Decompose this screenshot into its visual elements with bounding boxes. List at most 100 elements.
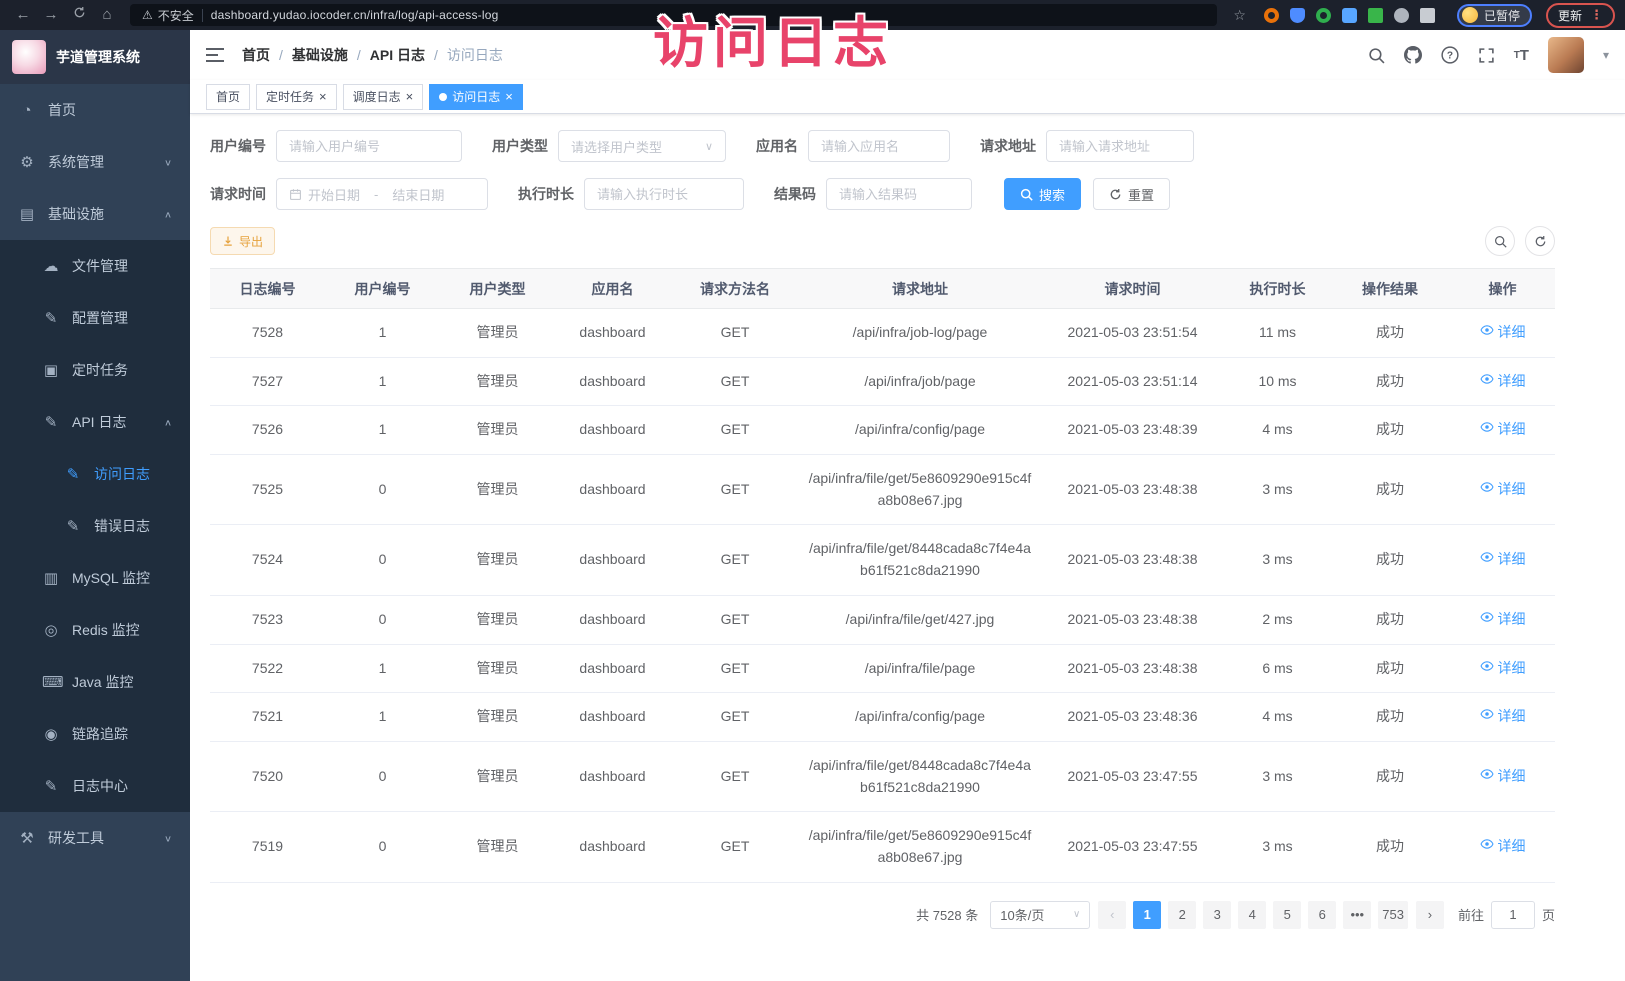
pager-more-icon[interactable]: ••• xyxy=(1343,901,1371,929)
browser-forward-icon[interactable]: → xyxy=(38,0,64,30)
extension-orange-donut-icon[interactable] xyxy=(1264,8,1279,23)
not-secure-label: 不安全 xyxy=(158,7,194,24)
date-separator: - xyxy=(374,187,378,202)
fullscreen-icon[interactable] xyxy=(1478,47,1495,64)
export-button[interactable]: 导出 xyxy=(210,227,275,255)
tab-active-dot xyxy=(439,93,447,101)
sidebar-item-dev-tools[interactable]: ⚒研发工具∨ xyxy=(0,812,190,864)
browser-home-icon[interactable]: ⌂ xyxy=(94,0,120,30)
pager-page-5[interactable]: 5 xyxy=(1273,901,1301,929)
detail-button[interactable]: 详细 xyxy=(1480,371,1526,393)
breadcrumb-item[interactable]: 基础设施 xyxy=(292,45,348,65)
filter-input-duration[interactable] xyxy=(584,178,744,210)
goto-page-input[interactable] xyxy=(1491,901,1535,929)
sidebar-item-redis[interactable]: ◎Redis 监控 xyxy=(0,604,190,656)
tab-定时任务[interactable]: 定时任务× xyxy=(256,84,337,110)
sidebar-item-java[interactable]: ⌨Java 监控 xyxy=(0,656,190,708)
sidebar-item-home[interactable]: ◔首页 xyxy=(0,84,190,136)
detail-button[interactable]: 详细 xyxy=(1480,549,1526,571)
pager-page-4[interactable]: 4 xyxy=(1238,901,1266,929)
detail-button[interactable]: 详细 xyxy=(1480,322,1526,344)
bookmark-star-icon[interactable]: ☆ xyxy=(1233,7,1246,24)
reset-button[interactable]: 重置 xyxy=(1093,178,1170,210)
filter-select-user-type[interactable]: 请选择用户类型∨ xyxy=(558,130,726,162)
sidebar-item-system[interactable]: ⚙系统管理∨ xyxy=(0,136,190,188)
tab-首页[interactable]: 首页 xyxy=(206,84,250,110)
extension-ghost-icon[interactable] xyxy=(1394,8,1409,23)
sidebar-item-access-log[interactable]: ✎访问日志 xyxy=(0,448,190,500)
search-button[interactable]: 搜索 xyxy=(1004,178,1081,210)
detail-button[interactable]: 详细 xyxy=(1480,706,1526,728)
extension-blue-shield-icon[interactable] xyxy=(1290,8,1305,23)
refresh-button[interactable] xyxy=(1525,226,1555,256)
pager-page-3[interactable]: 3 xyxy=(1203,901,1231,929)
method-name-cell: GET xyxy=(670,406,800,455)
extension-green-circle-icon[interactable] xyxy=(1316,8,1331,23)
extension-translate-icon[interactable] xyxy=(1368,8,1383,23)
pager-page-1[interactable]: 1 xyxy=(1133,901,1161,929)
extension-pin-icon[interactable] xyxy=(1420,8,1435,23)
filter-app-name: 应用名 xyxy=(756,130,950,162)
detail-button[interactable]: 详细 xyxy=(1480,836,1526,858)
sidebar-item-file[interactable]: ☁文件管理 xyxy=(0,240,190,292)
sidebar-item-job[interactable]: ▣定时任务 xyxy=(0,344,190,396)
sidebar-item-log-center[interactable]: ✎日志中心 xyxy=(0,760,190,812)
eye-icon xyxy=(1480,658,1494,680)
detail-button[interactable]: 详细 xyxy=(1480,419,1526,441)
pager-page-6[interactable]: 6 xyxy=(1308,901,1336,929)
prev-page-button[interactable]: ‹ xyxy=(1098,901,1126,929)
detail-button[interactable]: 详细 xyxy=(1480,479,1526,501)
browser-menu-icon[interactable]: ⋮ xyxy=(1590,7,1603,23)
sidebar-item-infra[interactable]: ▤基础设施∧ xyxy=(0,188,190,240)
pager-page-2[interactable]: 2 xyxy=(1168,901,1196,929)
tab-访问日志[interactable]: 访问日志× xyxy=(429,84,523,110)
tab-调度日志[interactable]: 调度日志× xyxy=(343,84,424,110)
chevron-down-icon[interactable]: ▾ xyxy=(1603,48,1609,62)
tab-close-icon[interactable]: × xyxy=(319,90,327,103)
request-time-cell: 2021-05-03 23:51:14 xyxy=(1040,357,1225,406)
address-bar[interactable]: ⚠ 不安全 dashboard.yudao.iocoder.cn/infra/l… xyxy=(130,4,1217,26)
tab-close-icon[interactable]: × xyxy=(406,90,414,103)
browser-back-icon[interactable]: ← xyxy=(10,0,36,30)
result-cell: 成功 xyxy=(1330,595,1450,644)
export-button-label: 导出 xyxy=(239,233,263,250)
filter-label: 执行时长 xyxy=(518,184,574,204)
actions-cell: 详细 xyxy=(1450,741,1555,811)
user-type-cell: 管理员 xyxy=(440,309,555,358)
extension-blue-cubes-icon[interactable] xyxy=(1342,8,1357,23)
github-icon[interactable] xyxy=(1404,46,1422,64)
tab-close-icon[interactable]: × xyxy=(505,90,513,103)
filter-input-app-name[interactable] xyxy=(808,130,950,162)
hamburger-icon[interactable] xyxy=(206,47,224,63)
goto-label: 前往 xyxy=(1458,905,1484,924)
detail-button[interactable]: 详细 xyxy=(1480,658,1526,680)
filter-daterange[interactable]: 开始日期-结束日期 xyxy=(276,178,488,210)
sidebar-item-mysql[interactable]: ▥MySQL 监控 xyxy=(0,552,190,604)
filter-input-result-code[interactable] xyxy=(826,178,972,210)
browser-profile-chip[interactable]: 已暂停 xyxy=(1457,4,1532,27)
sidebar-item-api-log[interactable]: ✎API 日志∧ xyxy=(0,396,190,448)
filter-input-request-url[interactable] xyxy=(1046,130,1194,162)
not-secure-warning-icon[interactable]: ⚠ 不安全 xyxy=(142,7,194,24)
actions-cell: 详细 xyxy=(1450,525,1555,595)
detail-button[interactable]: 详细 xyxy=(1480,766,1526,788)
next-page-button[interactable]: › xyxy=(1416,901,1444,929)
breadcrumb-item[interactable]: API 日志 xyxy=(370,45,425,65)
pager-page-753[interactable]: 753 xyxy=(1378,901,1408,929)
chevron-down-icon: ∨ xyxy=(164,833,172,843)
help-icon[interactable]: ? xyxy=(1441,46,1459,64)
search-icon[interactable] xyxy=(1368,47,1385,64)
browser-reload-icon[interactable] xyxy=(66,0,92,30)
filter-input-user-id[interactable] xyxy=(276,130,462,162)
sidebar-item-trace[interactable]: ◉链路追踪 xyxy=(0,708,190,760)
font-size-icon[interactable]: TT xyxy=(1514,47,1529,64)
detail-button[interactable]: 详细 xyxy=(1480,609,1526,631)
app-logo[interactable]: 芋道管理系统 xyxy=(0,30,190,84)
page-size-select[interactable]: 10条/页 ∨ xyxy=(990,901,1090,929)
toggle-search-button[interactable] xyxy=(1485,226,1515,256)
browser-update-button[interactable]: 更新 ⋮ xyxy=(1546,3,1615,28)
sidebar-item-error-log[interactable]: ✎错误日志 xyxy=(0,500,190,552)
breadcrumb-item[interactable]: 首页 xyxy=(242,45,270,65)
user-avatar[interactable] xyxy=(1548,37,1584,73)
sidebar-item-config[interactable]: ✎配置管理 xyxy=(0,292,190,344)
